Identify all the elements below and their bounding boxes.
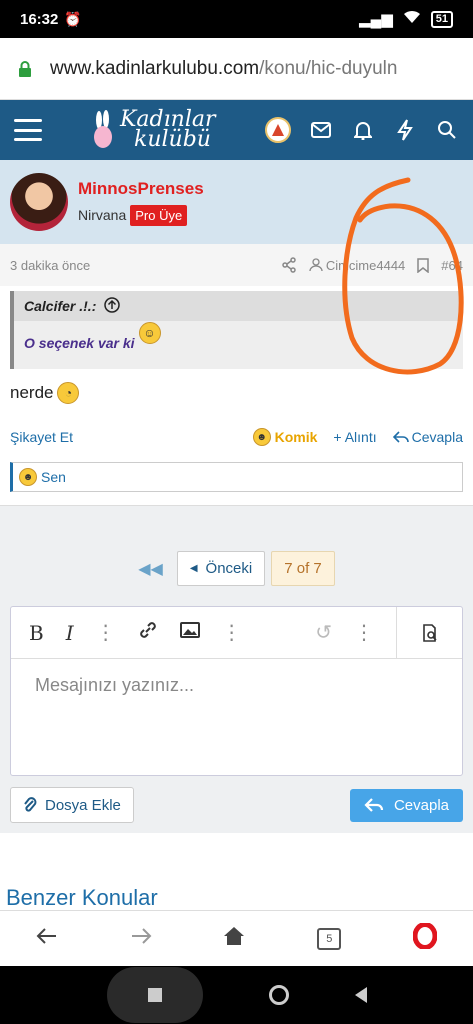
link-icon[interactable] [138,620,158,646]
reactions-list[interactable]: ☻ Sen [10,462,463,492]
post-message: nerde ◔ [10,382,80,404]
site-logo[interactable]: Kadınlar kulübü [90,109,216,151]
reply-icon [364,798,384,812]
quote-block: Calcifer .!.: O seçenek var ki ☺ [10,291,463,369]
submit-reply-button[interactable]: Cevapla [349,788,463,822]
status-bar: 16:32 ⏰ ▂▄▆ 51 [0,0,473,38]
arrow-up-circle-icon[interactable] [104,296,121,316]
author-avatar[interactable] [10,173,68,231]
search-icon[interactable] [435,118,459,142]
laughing-emoji-icon: ☻ [19,468,37,486]
back-arrow-icon[interactable] [36,927,58,950]
site-header: Kadınlar kulübü [0,100,473,160]
quote-author[interactable]: Calcifer .!.: [24,298,96,314]
bookmark-icon[interactable] [417,257,430,273]
bold-icon[interactable]: B [29,621,44,645]
reacted-by[interactable]: Sen [41,469,66,485]
reply-icon [392,431,409,443]
current-page[interactable]: 7 of 7 [271,551,335,586]
share-icon[interactable] [281,257,297,273]
author-username[interactable]: MinnosPrenses [78,179,204,199]
preview-icon[interactable] [396,606,462,659]
post-author-bar: MinnosPrenses Nirvana Pro Üye [0,160,473,244]
forward-arrow-icon[interactable] [130,927,152,950]
editor-buttons: Dosya Ekle Cevapla [10,787,463,823]
more-vertical-icon[interactable]: ⋮ [96,620,116,645]
pagination: ◀◀ ◀ Önceki 7 of 7 [0,551,473,586]
report-link[interactable]: Şikayet Et [10,429,73,445]
browser-toolbar: 5 [0,910,473,966]
attach-file-button[interactable]: Dosya Ekle [10,787,134,823]
editor-toolbar: B I ⋮ ⋮ ↺ ⋮ [11,606,462,659]
first-page-icon[interactable]: ◀◀ [138,559,163,579]
more-vertical-icon[interactable]: ⋮ [354,620,374,645]
post-meta: 3 dakika önce Cimcime4444 #64 [0,244,473,286]
paperclip-icon [24,797,37,812]
similar-threads-title: Benzer Konular [6,885,158,910]
back-nav-button[interactable] [354,987,367,1003]
shocked-emoji-icon: ◔ [57,382,80,404]
post-actions: Şikayet Et ☻ Komik + Alıntı Cevapla [10,425,463,449]
opera-icon[interactable] [412,922,438,954]
mail-icon[interactable] [309,118,333,142]
undo-icon[interactable]: ↺ [315,620,332,645]
lightning-icon[interactable] [393,118,417,142]
image-icon[interactable] [179,621,200,644]
pro-badge: Pro Üye [130,204,188,226]
square-icon [147,988,162,1002]
home-nav-button[interactable] [268,985,289,1005]
quote-text: O seçenek var ki [24,335,135,351]
more-vertical-icon[interactable]: ⋮ [222,620,242,645]
grin-emoji-icon: ☺ [138,322,161,344]
url-text[interactable]: www.kadinlarkulubu.com/konu/hic-duyuln [50,58,397,80]
bunny-logo-icon [94,110,112,148]
post-time[interactable]: 3 dakika önce [10,258,90,273]
author-rank: Nirvana [78,207,127,223]
battery-icon: 51 [430,10,453,28]
prev-page-button[interactable]: ◀ Önceki [176,551,266,586]
bell-icon[interactable] [351,118,375,142]
quote-button[interactable]: + Alıntı [333,429,376,445]
post-number[interactable]: #64 [441,258,463,273]
address-bar[interactable]: www.kadinlarkulubu.com/konu/hic-duyuln [0,38,473,100]
user-avatar-icon[interactable] [265,117,291,143]
system-navigation [0,966,473,1024]
reaction-button[interactable]: ☻ Komik [252,428,317,446]
message-input[interactable]: Mesajınızı yazınız... [11,659,462,712]
wifi-icon [403,10,421,28]
caret-left-icon: ◀ [189,563,198,574]
signal-icon: ▂▄▆ [359,11,393,28]
home-icon[interactable] [223,926,245,951]
italic-icon[interactable]: I [66,621,74,645]
similar-threads: Benzer Konular [0,875,473,910]
mention-user[interactable]: Cimcime4444 [309,258,405,273]
laughing-emoji-icon: ☻ [252,428,271,446]
menu-icon[interactable] [14,119,42,141]
reply-editor: B I ⋮ ⋮ ↺ ⋮ Mesajınızı yazınız... [10,606,463,776]
alarm-icon: ⏰ [64,10,82,27]
clock: 16:32 [20,10,59,28]
reply-link[interactable]: Cevapla [392,429,463,445]
lock-icon [19,60,31,77]
user-icon [309,258,323,272]
tabs-button[interactable]: 5 [317,927,342,950]
recents-button[interactable] [106,967,203,1023]
